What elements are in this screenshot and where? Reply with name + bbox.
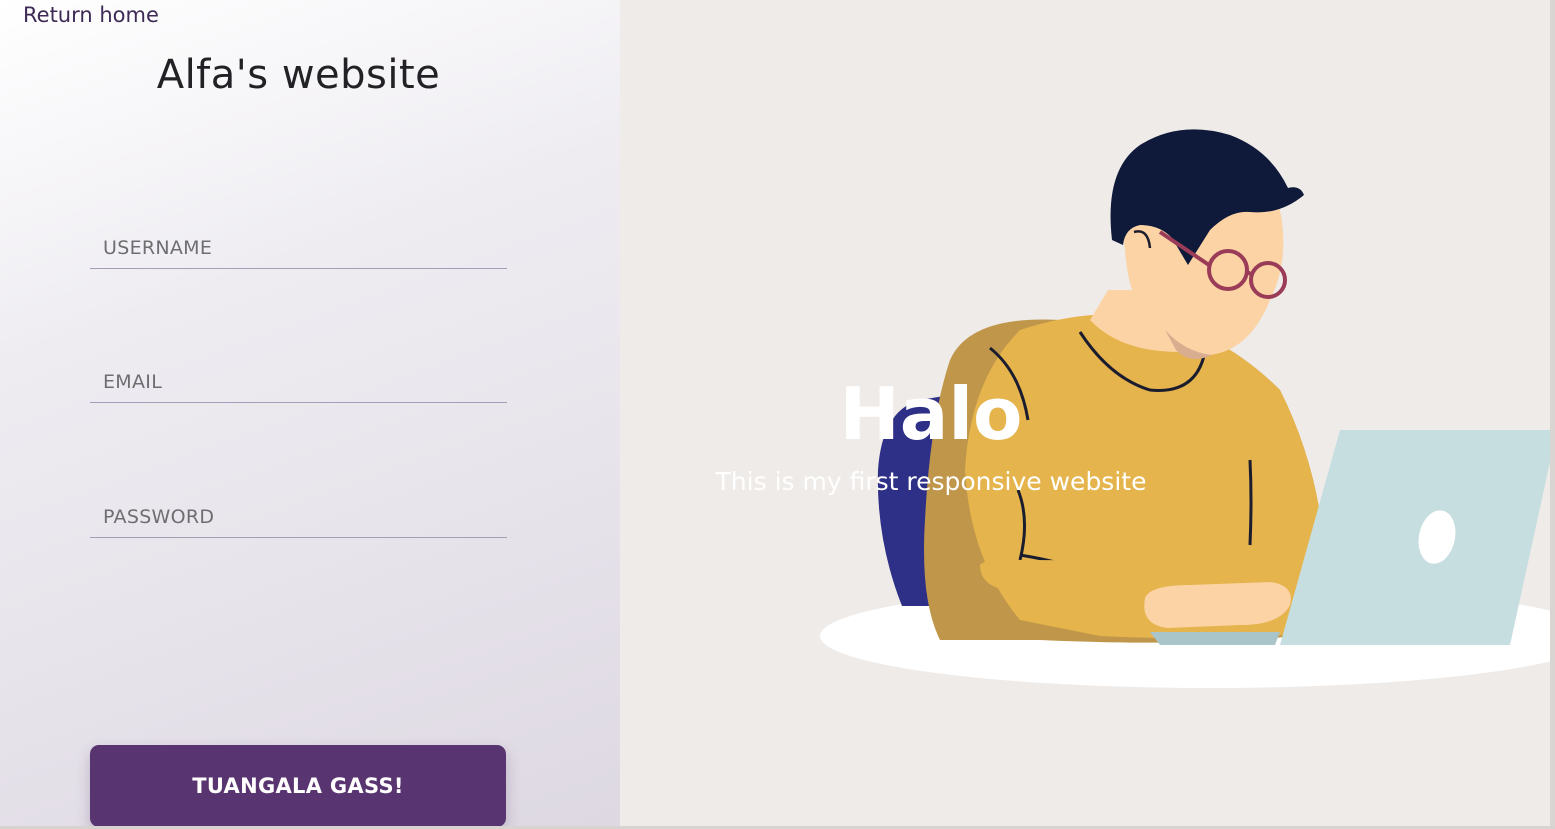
glasses-bridge bbox=[1246, 270, 1252, 276]
password-field-wrapper bbox=[90, 497, 507, 538]
laptop-lid-shape bbox=[1280, 430, 1550, 645]
username-input[interactable] bbox=[90, 228, 507, 268]
email-input[interactable] bbox=[90, 362, 507, 402]
site-title: Alfa's website bbox=[156, 52, 441, 98]
return-home-link[interactable]: Return home bbox=[23, 3, 159, 27]
hero-heading: Halo bbox=[839, 372, 1023, 456]
hand-shape bbox=[1144, 582, 1291, 628]
hero-panel: Halo This is my first responsive website bbox=[620, 0, 1550, 826]
hero-subheading: This is my first responsive website bbox=[715, 467, 1147, 496]
submit-button[interactable]: TUANGALA GASS! bbox=[90, 745, 506, 827]
login-panel: Return home Alfa's website TUANGALA GASS… bbox=[0, 0, 620, 827]
password-input[interactable] bbox=[90, 497, 507, 537]
login-page: Return home Alfa's website TUANGALA GASS… bbox=[0, 0, 1555, 829]
email-field-wrapper bbox=[90, 362, 507, 403]
username-field-wrapper bbox=[90, 228, 507, 269]
laptop-base-shape bbox=[1150, 632, 1280, 645]
scrollbar[interactable] bbox=[1550, 0, 1555, 829]
